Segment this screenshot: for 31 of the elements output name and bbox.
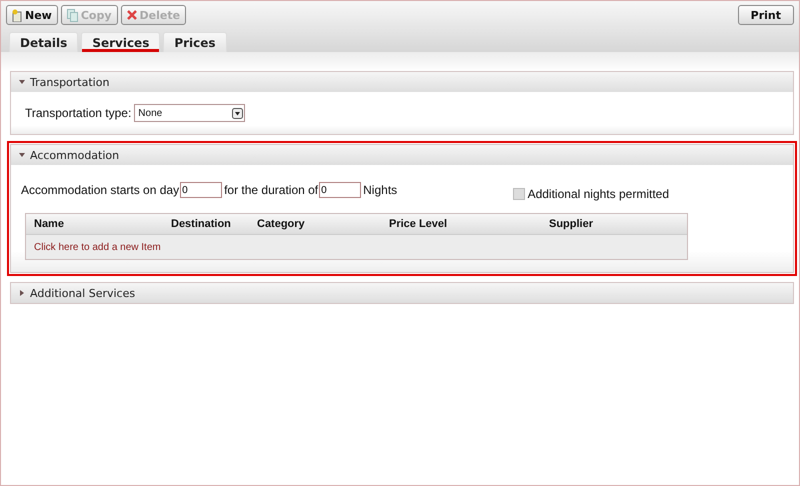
column-header: Category <box>257 218 306 230</box>
section-header[interactable]: Additional Services <box>11 283 793 303</box>
expand-triangle-icon[interactable] <box>19 290 25 296</box>
field-label: Nights <box>363 183 398 197</box>
section-title: Accommodation <box>30 148 120 162</box>
add-item-link[interactable]: Click here to add a new Item <box>34 242 161 252</box>
column-header: Destination <box>171 218 232 230</box>
field-label: Transportation type: <box>25 106 132 120</box>
note-icon <box>12 8 22 22</box>
print-button[interactable]: Print <box>738 5 794 25</box>
column-header: Supplier <box>549 218 594 230</box>
delete-x-icon <box>126 10 137 20</box>
copy-icon <box>66 8 78 22</box>
checkbox-label: Additional nights permitted <box>528 187 669 201</box>
transportation-type-dropdown[interactable]: None <box>134 104 246 122</box>
start-day-field[interactable]: 0 <box>180 182 222 198</box>
nights-field[interactable]: 0 <box>319 182 362 198</box>
section-title: Additional Services <box>30 286 136 300</box>
section-title: Transportation <box>30 76 110 88</box>
column-header: Price Level <box>389 218 448 230</box>
collapse-triangle-icon[interactable] <box>19 152 25 158</box>
tab[interactable]: Prices <box>163 32 227 52</box>
tab[interactable]: Details <box>9 32 78 52</box>
new-button[interactable]: New <box>6 5 58 25</box>
field-label: Accommodation starts on day <box>21 183 180 197</box>
collapse-triangle-icon[interactable] <box>19 79 25 85</box>
tab[interactable]: Services <box>81 32 160 52</box>
section-header[interactable]: Transportation <box>11 72 793 92</box>
column-header: Name <box>34 218 65 230</box>
field-label: for the duration of <box>224 183 318 197</box>
section-header[interactable]: Accommodation <box>11 145 793 165</box>
